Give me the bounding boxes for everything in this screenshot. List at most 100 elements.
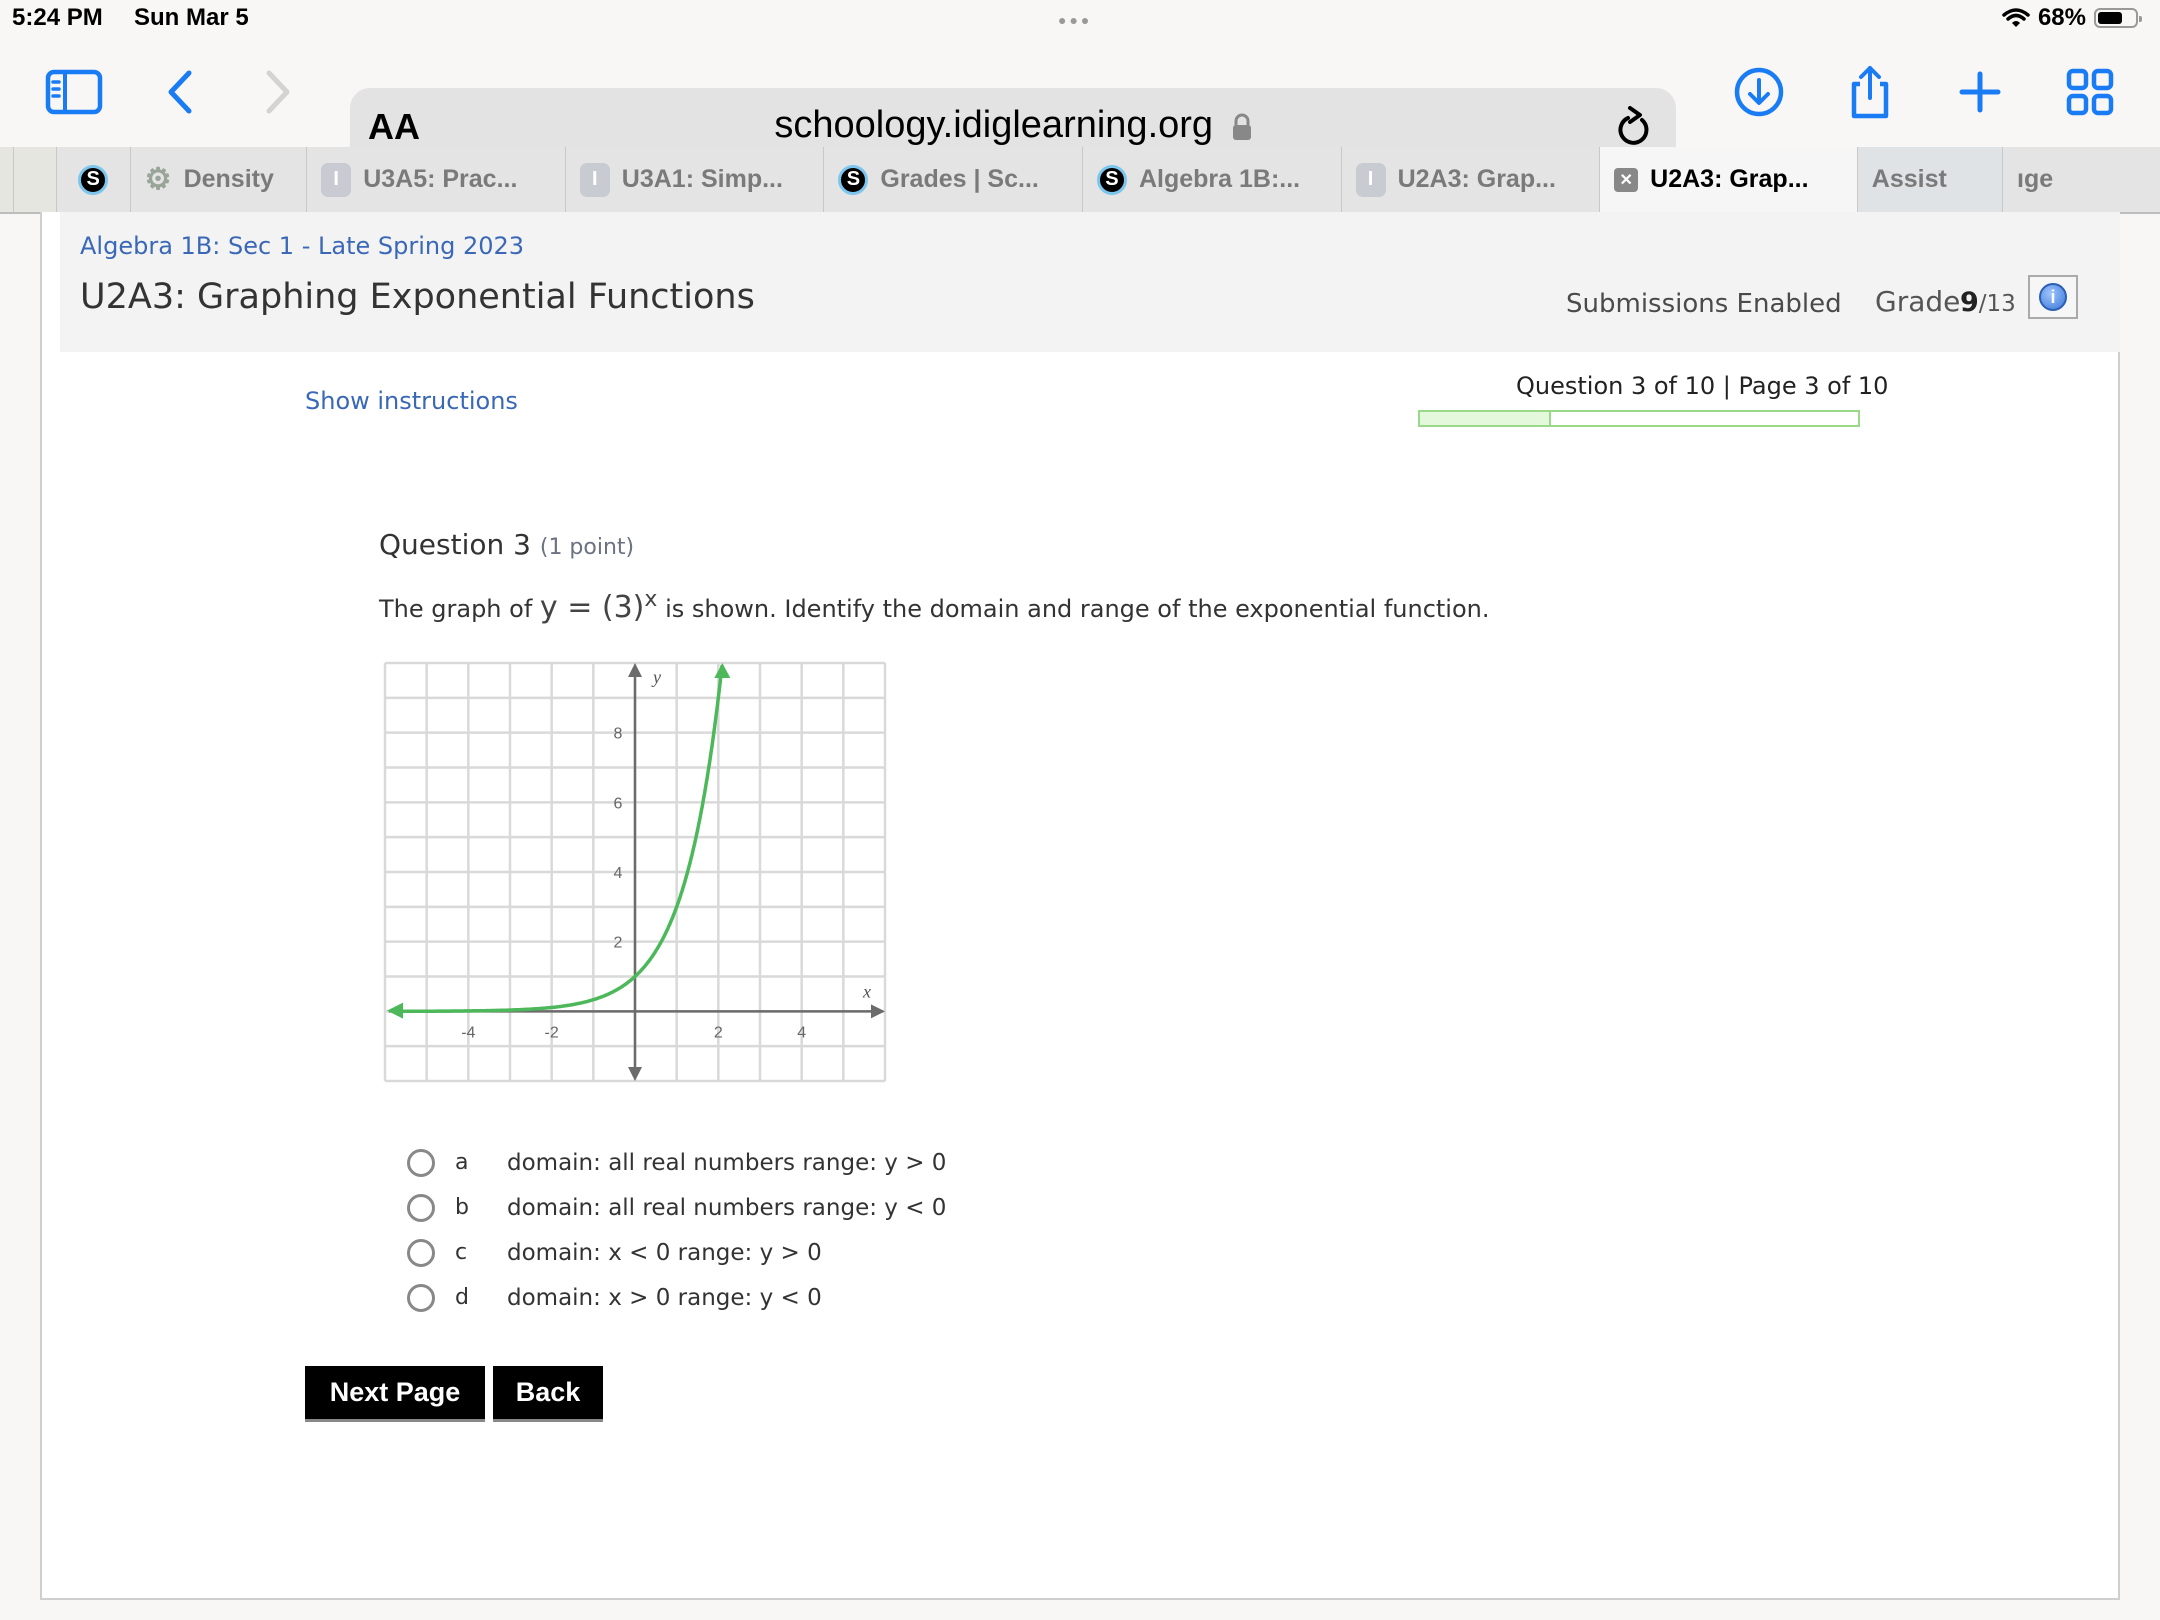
exponential-graph: -4 -2 2 4 2 4 6 8 x y [383, 661, 887, 1083]
tab-label: U3A1: Simp... [621, 165, 783, 193]
choice-letter: c [455, 1240, 468, 1265]
share-icon [1851, 66, 1889, 119]
wifi-icon [2002, 8, 2030, 27]
status-time: 5:24 PM [12, 4, 103, 31]
tab-label: Assist [1871, 165, 1947, 193]
browser-toolbar: AA schoology.idiglearning.org [0, 40, 2160, 168]
sidebar-toggle-button[interactable] [42, 60, 106, 124]
tab-2[interactable]: I U3A5: Prac... [307, 147, 566, 212]
choice-a[interactable]: a domain: all real numbers range: y > 0 [407, 1140, 946, 1185]
progress-fill [1420, 412, 1552, 425]
progress-bar [1418, 410, 1860, 427]
new-tab-button[interactable] [1948, 60, 2012, 124]
downloads-button[interactable] [1727, 60, 1791, 124]
choice-c[interactable]: c domain: x < 0 range: y > 0 [407, 1230, 946, 1275]
page-title: U2A3: Graphing Exponential Functions [80, 277, 755, 317]
choice-b[interactable]: b domain: all real numbers range: y < 0 [407, 1185, 946, 1230]
tab-6[interactable]: I U2A3: Grap... [1342, 147, 1601, 212]
gear-icon: ⚙ [144, 163, 172, 196]
tab-0[interactable]: S [57, 147, 131, 212]
info-button[interactable]: i [2028, 275, 2078, 319]
schoology-icon: S [838, 164, 869, 195]
y-tick-label: 8 [614, 726, 623, 743]
curve-arrow-up [714, 663, 731, 678]
x-axis-label: x [862, 981, 871, 1001]
tab-overview-button[interactable] [2058, 60, 2122, 124]
x-axis-arrow-right [871, 1004, 885, 1019]
equation-exponent: x [644, 587, 658, 612]
battery-icon [2094, 8, 2142, 28]
battery-level [2098, 12, 2123, 24]
tab-label: Density [183, 165, 274, 193]
tab-3[interactable]: I U3A1: Simp... [566, 147, 825, 212]
grade-label: Grade: [1875, 285, 1970, 318]
reload-icon[interactable] [1612, 102, 1656, 152]
share-button[interactable] [1838, 60, 1902, 124]
tab-overflow-left[interactable] [0, 147, 14, 212]
page-content: Algebra 1B: Sec 1 - Late Spring 2023 U2A… [40, 212, 2120, 1600]
download-icon [1734, 67, 1784, 117]
tab-7-active[interactable]: ✕ U2A3: Grap... [1600, 147, 1858, 212]
choice-letter: d [455, 1285, 469, 1310]
x-tick-label: 2 [714, 1024, 723, 1041]
lock-icon [1232, 113, 1251, 140]
y-axis-arrow-up [628, 663, 642, 677]
status-date: Sun Mar 5 [134, 4, 249, 31]
tab-4[interactable]: S Grades | Sc... [824, 147, 1083, 212]
tab-label: Grades | Sc... [880, 165, 1039, 193]
forward-icon [266, 70, 290, 114]
radio-button[interactable] [407, 1283, 435, 1312]
new-tab-icon [1959, 71, 2001, 113]
tab-strip: S ⚙ Density I U3A5: Prac... I U3A1: Simp… [0, 147, 2160, 214]
tab-1[interactable]: ⚙ Density [131, 147, 308, 212]
question-points: (1 point) [539, 535, 635, 560]
prompt-after: is shown. Identify the domain and range … [665, 595, 1490, 623]
y-tick-label: 2 [614, 935, 623, 952]
status-indicators: 68% [2002, 4, 2142, 32]
answer-choices: a domain: all real numbers range: y > 0 … [407, 1140, 946, 1320]
x-tick-label: -2 [545, 1024, 559, 1041]
idig-icon: I [1355, 162, 1386, 197]
sidebar-icon [45, 69, 103, 115]
radio-button[interactable] [407, 1148, 435, 1177]
status-bar: 5:24 PM Sun Mar 5 ●●● 68% [0, 0, 2160, 40]
forward-button[interactable] [246, 60, 310, 124]
tab-overview-icon [2066, 68, 2114, 116]
radio-button[interactable] [407, 1238, 435, 1267]
equation-base: y = (3) [539, 590, 645, 625]
choice-d[interactable]: d domain: x > 0 range: y < 0 [407, 1275, 946, 1320]
y-axis-label: y [651, 667, 661, 687]
submissions-status: Submissions Enabled [1566, 289, 1842, 319]
back-button[interactable] [148, 60, 212, 124]
breadcrumb[interactable]: Algebra 1B: Sec 1 - Late Spring 2023 [80, 232, 524, 260]
prompt-before: The graph of [379, 595, 533, 623]
tab-5[interactable]: S Algebra 1B:... [1083, 147, 1342, 212]
info-icon: i [2039, 283, 2067, 311]
idig-icon: I [579, 162, 610, 197]
choice-text: domain: x < 0 range: y > 0 [507, 1239, 822, 1266]
next-page-button[interactable]: Next Page [305, 1366, 485, 1422]
choice-letter: a [455, 1150, 469, 1175]
tab-8[interactable]: Assist [1857, 147, 2004, 212]
question-heading: Question 3 (1 point) [379, 528, 634, 561]
back-button-page[interactable]: Back [493, 1366, 603, 1422]
grade-total: /13 [1978, 291, 2016, 317]
radio-button[interactable] [407, 1193, 435, 1222]
tab-pinned-0[interactable] [13, 147, 57, 212]
question-label: Question 3 [379, 528, 531, 561]
curve-arrow-left [387, 1002, 403, 1019]
back-icon [168, 70, 192, 114]
schoology-icon: S [1096, 164, 1127, 195]
choice-text: domain: all real numbers range: y < 0 [507, 1194, 947, 1221]
tab-9[interactable]: ıge [2003, 147, 2160, 212]
url-display[interactable]: schoology.idiglearning.org [350, 104, 1676, 147]
choice-text: domain: x > 0 range: y < 0 [507, 1284, 822, 1311]
tab-label: U2A3: Grap... [1397, 165, 1556, 193]
tab-label: Algebra 1B:... [1138, 165, 1301, 193]
multitasking-dots-icon[interactable]: ●●● [1058, 12, 1092, 28]
assignment-header: Algebra 1B: Sec 1 - Late Spring 2023 U2A… [60, 212, 2120, 352]
close-tab-icon[interactable]: ✕ [1614, 167, 1639, 192]
grade-score: 9 [1960, 287, 1979, 318]
equation: y = (3)x [539, 587, 658, 625]
show-instructions-link[interactable]: Show instructions [305, 387, 518, 415]
